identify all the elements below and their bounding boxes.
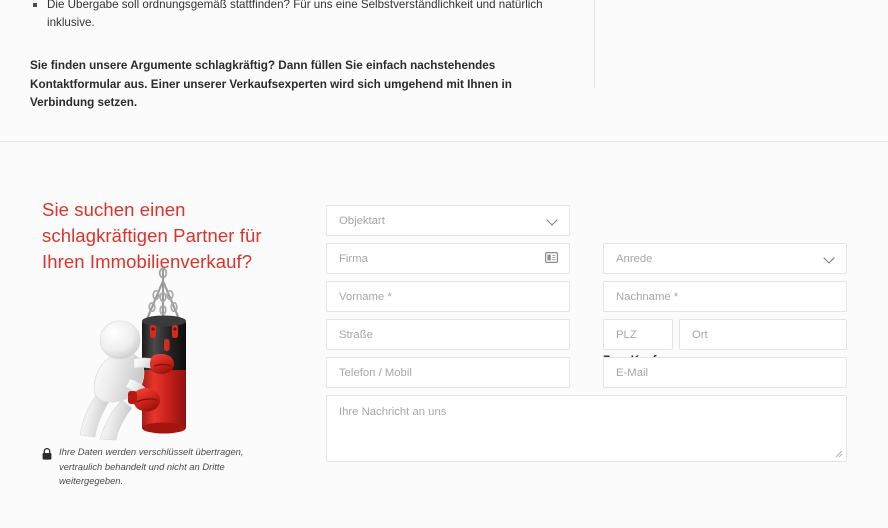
email-placeholder: E-Mail xyxy=(616,366,649,379)
ort-placeholder: Ort xyxy=(692,328,708,341)
strasse-input[interactable]: Straße xyxy=(326,319,570,350)
intro-section: Die Übergabe soll ordnungsgemäß stattfin… xyxy=(0,0,888,141)
plz-input[interactable]: PLZ xyxy=(603,319,673,350)
nachname-input[interactable]: Nachname * xyxy=(603,281,847,312)
punching-bag xyxy=(142,315,186,434)
list-item: Die Übergabe soll ordnungsgemäß stattfin… xyxy=(30,0,570,31)
strasse-placeholder: Straße xyxy=(339,328,373,341)
vertical-divider xyxy=(594,0,595,88)
intro-content: Die Übergabe soll ordnungsgemäß stattfin… xyxy=(30,0,570,113)
page-title: Sie suchen einen schlagkräftigen Partner… xyxy=(42,199,262,272)
firma-placeholder: Firma xyxy=(339,252,368,265)
resize-handle-icon[interactable] xyxy=(833,448,843,458)
email-input[interactable]: E-Mail xyxy=(603,357,847,388)
plz-placeholder: PLZ xyxy=(616,328,637,341)
telefon-input[interactable]: Telefon / Mobil xyxy=(326,357,570,388)
boxer-punching-bag-illustration xyxy=(50,267,250,452)
vorname-placeholder: Vorname * xyxy=(339,290,392,303)
contact-card-icon[interactable] xyxy=(545,251,559,266)
anrede-placeholder: Anrede xyxy=(616,252,653,265)
form-fields: Zum Kauf Objektart Firma xyxy=(326,142,888,528)
contact-form-section: Sie suchen einen schlagkräftigen Partner… xyxy=(0,142,888,528)
boxing-glove-lower xyxy=(128,388,160,412)
intro-paragraph: Sie finden unsere Argumente schlagkräfti… xyxy=(30,59,512,109)
anrede-select[interactable]: Anrede xyxy=(603,243,847,274)
promo-column: Sie suchen einen schlagkräftigen Partner… xyxy=(42,197,297,275)
ort-input[interactable]: Ort xyxy=(679,319,847,350)
objektart-select[interactable]: Objektart xyxy=(326,205,570,236)
benefit-list: Die Übergabe soll ordnungsgemäß stattfin… xyxy=(30,0,570,31)
contact-form-page: Die Übergabe soll ordnungsgemäß stattfin… xyxy=(0,0,888,528)
privacy-note: Ihre Daten werden verschlüsselt übertrag… xyxy=(42,445,282,489)
nachname-placeholder: Nachname * xyxy=(616,290,679,303)
nachricht-textarea[interactable]: Ihre Nachricht an uns xyxy=(326,395,847,462)
vorname-input[interactable]: Vorname * xyxy=(326,281,570,312)
objektart-placeholder: Objektart xyxy=(339,214,385,227)
firma-input[interactable]: Firma xyxy=(326,243,570,274)
telefon-placeholder: Telefon / Mobil xyxy=(339,366,412,379)
nachricht-placeholder: Ihre Nachricht an uns xyxy=(339,406,447,418)
boxing-glove-upper xyxy=(149,354,174,374)
privacy-note-text: Ihre Daten werden verschlüsselt übertrag… xyxy=(59,446,244,486)
lock-icon xyxy=(42,447,52,465)
